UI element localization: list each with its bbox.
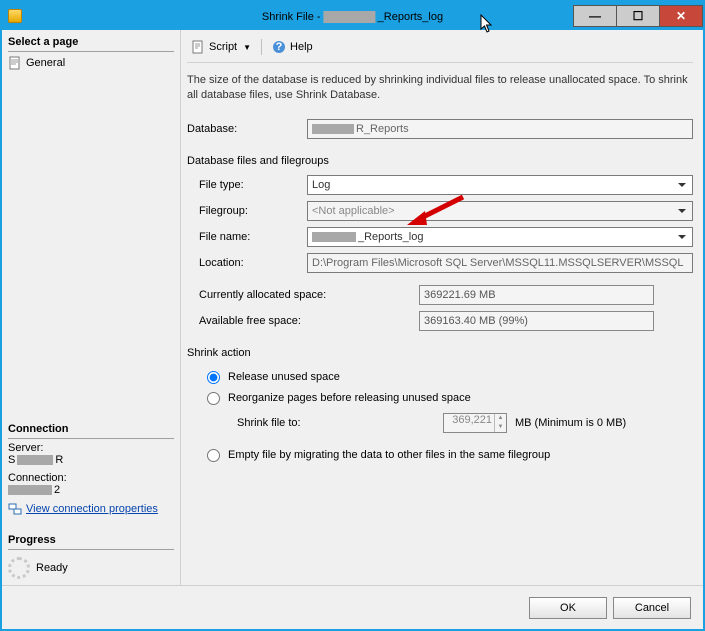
view-connection-properties-link[interactable]: View connection properties [8, 502, 174, 516]
connection-value: 2 [8, 484, 174, 496]
file-name-label: File name: [199, 231, 307, 243]
connection-icon [8, 502, 22, 516]
database-field: R_Reports [307, 119, 693, 139]
titlebar[interactable]: Shrink File - _Reports_log — ☐ ✕ [2, 2, 703, 30]
dialog-footer: OK Cancel [2, 585, 703, 629]
database-label: Database: [187, 123, 307, 135]
shrink-to-label: Shrink file to: [237, 417, 347, 429]
free-space-label: Available free space: [199, 315, 419, 327]
connection-header: Connection [8, 421, 174, 439]
free-space-value: 369163.40 MB (99%) [419, 311, 654, 331]
filegroup-label: Filegroup: [199, 205, 307, 217]
filegroup-select: <Not applicable> [307, 201, 693, 221]
minimize-button[interactable]: — [573, 5, 617, 27]
files-section-label: Database files and filegroups [187, 155, 693, 167]
radio-empty[interactable] [207, 449, 220, 462]
option-empty-file[interactable]: Empty file by migrating the data to othe… [207, 449, 693, 462]
file-type-select[interactable]: Log [307, 175, 693, 195]
svg-text:?: ? [276, 41, 283, 53]
sidebar: Select a page General Connection Server:… [2, 30, 180, 585]
shrink-to-unit: MB (Minimum is 0 MB) [515, 417, 626, 429]
spinner-up-icon[interactable]: ▲ [495, 414, 506, 423]
close-button[interactable]: ✕ [659, 5, 703, 27]
spinner-down-icon[interactable]: ▼ [495, 423, 506, 432]
spinner-icon [8, 557, 30, 579]
shrink-action-label: Shrink action [187, 347, 693, 359]
ok-button[interactable]: OK [529, 597, 607, 619]
chevron-down-icon: ▼ [243, 43, 251, 52]
allocated-label: Currently allocated space: [199, 289, 419, 301]
file-type-label: File type: [199, 179, 307, 191]
help-button[interactable]: ? Help [268, 38, 317, 56]
toolbar: Script▼ ? Help [187, 36, 693, 63]
option-reorganize[interactable]: Reorganize pages before releasing unused… [207, 392, 693, 405]
server-value: SR [8, 454, 174, 466]
main-panel: Script▼ ? Help The size of the database … [180, 30, 703, 585]
window-title: Shrink File - _Reports_log [262, 9, 443, 23]
shrink-file-dialog: Shrink File - _Reports_log — ☐ ✕ Select … [0, 0, 705, 631]
server-label: Server: [8, 442, 174, 454]
allocated-value: 369221.69 MB [419, 285, 654, 305]
select-page-header: Select a page [8, 34, 174, 52]
location-field: D:\Program Files\Microsoft SQL Server\MS… [307, 253, 693, 273]
location-label: Location: [199, 257, 307, 269]
script-icon [191, 40, 205, 54]
maximize-button[interactable]: ☐ [616, 5, 660, 27]
connection-label: Connection: [8, 472, 174, 484]
file-name-select[interactable]: _Reports_log [307, 227, 693, 247]
shrink-to-spinner[interactable]: 369,221 ▲▼ [443, 413, 507, 433]
page-icon [8, 56, 22, 70]
progress-header: Progress [8, 532, 174, 550]
description-text: The size of the database is reduced by s… [187, 73, 693, 103]
sidebar-item-general[interactable]: General [8, 55, 174, 71]
radio-reorganize[interactable] [207, 392, 220, 405]
progress-status: Ready [8, 553, 174, 579]
help-icon: ? [272, 40, 286, 54]
script-button[interactable]: Script▼ [187, 38, 255, 56]
app-icon [8, 9, 22, 23]
cancel-button[interactable]: Cancel [613, 597, 691, 619]
radio-release[interactable] [207, 371, 220, 384]
option-release-unused[interactable]: Release unused space [207, 371, 693, 384]
